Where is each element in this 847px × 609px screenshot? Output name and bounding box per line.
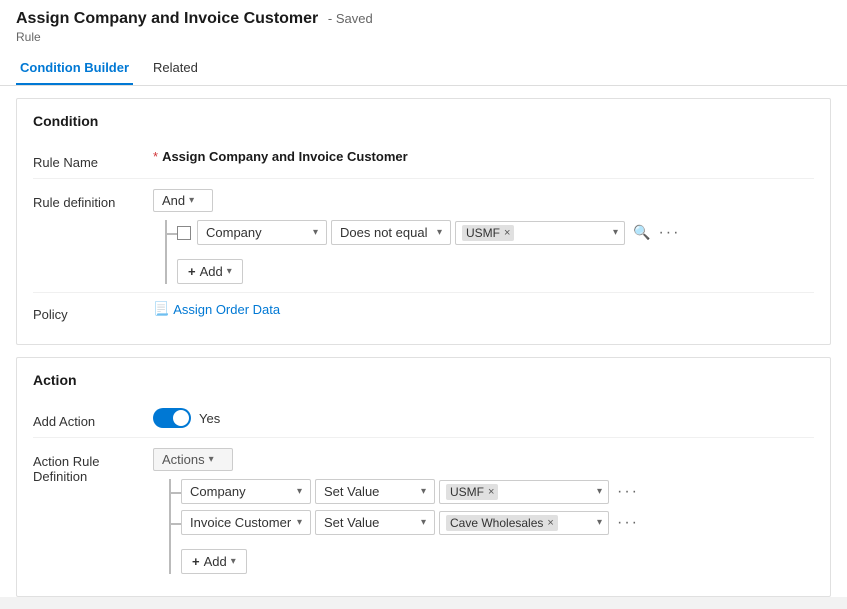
action-value-field-2[interactable]: Cave Wholesales × ▾ <box>439 511 609 535</box>
tabs-bar: Condition Builder Related <box>0 52 847 86</box>
action-value-tag-1: USMF × <box>446 484 498 500</box>
action-field-dropdown-2[interactable]: Invoice Customer ▾ <box>181 510 311 535</box>
action-value-1-chevron-icon: ▾ <box>597 486 602 497</box>
action-more-button-1[interactable]: ··· <box>613 481 643 503</box>
tab-condition-builder[interactable]: Condition Builder <box>16 52 133 85</box>
field-dropdown-chevron-icon: ▾ <box>313 227 318 238</box>
action-section: Action Add Action Yes Action Rule Defini… <box>16 357 831 597</box>
search-icon: 🔍 <box>633 224 650 240</box>
action-more-button-2[interactable]: ··· <box>613 512 643 534</box>
action-operator-dropdown-1[interactable]: Set Value ▾ <box>315 479 435 504</box>
condition-checkbox[interactable] <box>177 226 191 240</box>
tab-related[interactable]: Related <box>149 52 202 85</box>
toggle-thumb <box>173 410 189 426</box>
rule-name-value-area: * Assign Company and Invoice Customer <box>153 149 814 164</box>
condition-operator-dropdown[interactable]: Does not equal ▾ <box>331 220 451 245</box>
action-tree-group: Company ▾ Set Value ▾ USMF × ▾ <box>169 479 643 574</box>
action-value-tag-1-remove-icon[interactable]: × <box>488 486 494 498</box>
action-rule-definition-value-area: Actions ▾ Company ▾ Set Value ▾ <box>153 448 814 574</box>
action-field-dropdown-1[interactable]: Company ▾ <box>181 479 311 504</box>
action-operator-1-chevron-icon: ▾ <box>421 486 426 497</box>
condition-value-field[interactable]: USMF × ▾ <box>455 221 625 245</box>
action-add-button[interactable]: + Add ▾ <box>181 549 247 574</box>
action-add-plus-icon: + <box>192 554 200 569</box>
action-value-tag-2-remove-icon[interactable]: × <box>547 517 553 529</box>
add-plus-icon: + <box>188 264 196 279</box>
condition-value-tag: USMF × <box>462 225 514 241</box>
condition-field-dropdown[interactable]: Company ▾ <box>197 220 327 245</box>
operator-dropdown-chevron-icon: ▾ <box>437 227 442 238</box>
page-title: Assign Company and Invoice Customer <box>16 10 318 27</box>
action-tree-row-1: Company ▾ Set Value ▾ USMF × ▾ <box>181 479 643 504</box>
actions-dropdown-chevron-icon: ▾ <box>209 454 214 465</box>
add-action-row: Add Action Yes <box>33 400 814 438</box>
policy-label: Policy <box>33 301 153 322</box>
and-dropdown-chevron-icon: ▾ <box>189 195 194 206</box>
add-action-label: Add Action <box>33 408 153 429</box>
condition-add-area: + Add ▾ <box>177 253 684 284</box>
action-field-2-chevron-icon: ▾ <box>297 517 302 528</box>
condition-search-button[interactable]: 🔍 <box>629 220 654 245</box>
saved-badge: - Saved <box>328 11 373 26</box>
rule-name-label: Rule Name <box>33 149 153 170</box>
action-add-area: + Add ▾ <box>181 543 643 574</box>
condition-tree-group: Company ▾ Does not equal ▾ USMF × <box>165 220 684 284</box>
condition-value-tag-remove-icon[interactable]: × <box>504 227 510 239</box>
policy-icon: 📃 <box>153 301 169 317</box>
action-value-tag-2: Cave Wholesales × <box>446 515 558 531</box>
rule-definition-label: Rule definition <box>33 189 153 210</box>
action-value-field-1[interactable]: USMF × ▾ <box>439 480 609 504</box>
and-dropdown[interactable]: And ▾ <box>153 189 213 212</box>
add-button-chevron-icon: ▾ <box>227 266 232 277</box>
page-header: Assign Company and Invoice Customer - Sa… <box>0 0 847 44</box>
add-action-toggle[interactable] <box>153 408 191 428</box>
page-subtitle: Rule <box>16 30 831 44</box>
policy-link[interactable]: 📃 Assign Order Data <box>153 301 280 317</box>
condition-section: Condition Rule Name * Assign Company and… <box>16 98 831 345</box>
condition-section-title: Condition <box>33 113 814 129</box>
action-operator-dropdown-2[interactable]: Set Value ▾ <box>315 510 435 535</box>
condition-add-button[interactable]: + Add ▾ <box>177 259 243 284</box>
ellipsis-icon-1: ··· <box>617 483 639 500</box>
add-action-value-area: Yes <box>153 408 814 428</box>
add-action-toggle-container: Yes <box>153 408 220 428</box>
policy-value-area: 📃 Assign Order Data <box>153 301 814 317</box>
action-rule-definition-label: Action Rule Definition <box>33 448 153 484</box>
action-value-2-chevron-icon: ▾ <box>597 517 602 528</box>
required-star: * <box>153 149 158 164</box>
rule-name-value: Assign Company and Invoice Customer <box>162 149 408 164</box>
value-field-chevron-icon: ▾ <box>613 227 618 238</box>
toggle-value-label: Yes <box>199 411 220 426</box>
condition-more-button[interactable]: ··· <box>654 222 684 244</box>
action-section-title: Action <box>33 372 814 388</box>
action-field-1-chevron-icon: ▾ <box>297 486 302 497</box>
ellipsis-icon: ··· <box>658 224 680 241</box>
action-tree-row-2: Invoice Customer ▾ Set Value ▾ Cave Whol… <box>181 510 643 535</box>
rule-definition-row: Rule definition And ▾ Company ▾ <box>33 179 814 293</box>
action-add-button-chevron-icon: ▾ <box>231 556 236 567</box>
ellipsis-icon-2: ··· <box>617 514 639 531</box>
action-rule-definition-row: Action Rule Definition Actions ▾ Company… <box>33 438 814 582</box>
actions-dropdown[interactable]: Actions ▾ <box>153 448 233 471</box>
rule-name-row: Rule Name * Assign Company and Invoice C… <box>33 141 814 179</box>
action-operator-2-chevron-icon: ▾ <box>421 517 426 528</box>
policy-row: Policy 📃 Assign Order Data <box>33 293 814 330</box>
condition-tree-row-1: Company ▾ Does not equal ▾ USMF × <box>177 220 684 245</box>
rule-definition-value-area: And ▾ Company ▾ Does not equal <box>153 189 814 284</box>
